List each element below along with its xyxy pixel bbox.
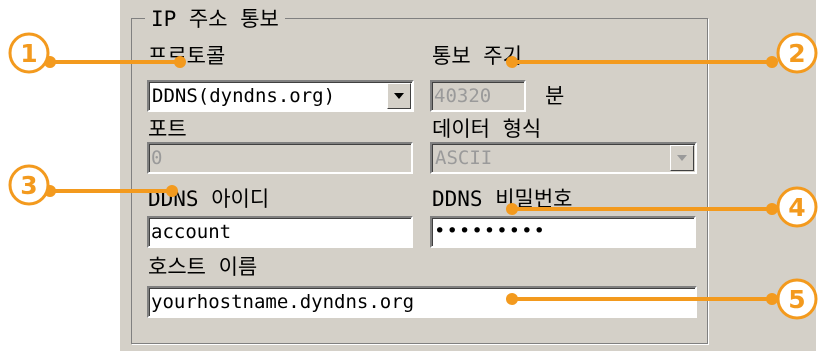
callout-overlay: 1 2 3 4 5	[8, 32, 818, 320]
callout-2-dot-end	[766, 56, 778, 68]
callout-4-number: 4	[788, 193, 805, 222]
callout-2: 2	[506, 32, 818, 74]
callout-1-dot-end	[174, 56, 186, 68]
callout-2-number: 2	[788, 39, 805, 68]
callout-4: 4	[506, 186, 818, 228]
callout-5-dot-start	[506, 293, 518, 305]
callout-3-number: 3	[20, 171, 37, 200]
callout-1-number: 1	[20, 39, 37, 68]
callout-4-dot-end	[766, 203, 778, 215]
callout-3: 3	[8, 164, 178, 206]
callout-2-dot-start	[506, 56, 518, 68]
callout-5-dot-end	[766, 293, 778, 305]
callout-3-dot-end	[166, 185, 178, 197]
callout-1: 1	[8, 32, 186, 74]
callout-5-number: 5	[788, 285, 805, 314]
callout-5: 5	[506, 278, 818, 320]
callout-4-dot-start	[506, 203, 518, 215]
